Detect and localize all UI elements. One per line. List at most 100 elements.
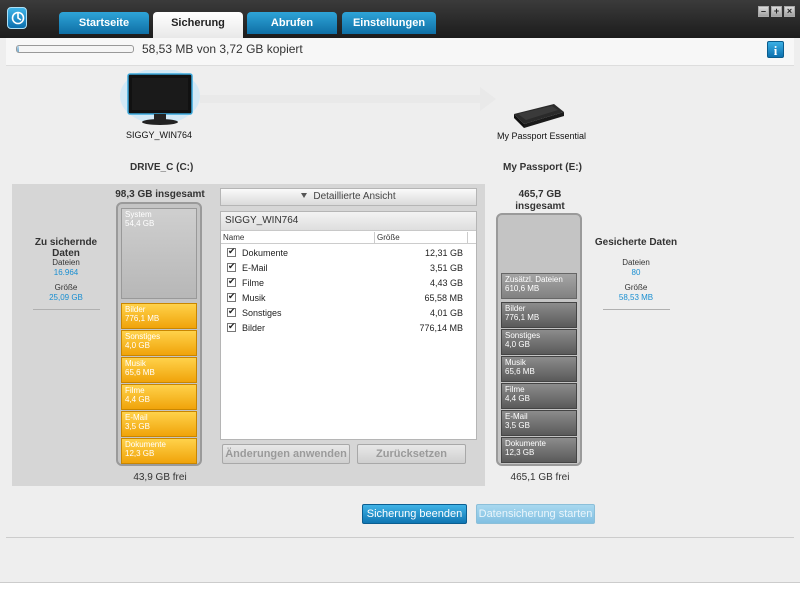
target-files-label: Dateien xyxy=(622,258,650,267)
list-item: Musik 65,58 MB xyxy=(221,291,471,306)
minimize-button[interactable]: – xyxy=(758,6,769,17)
target-drive-bin: Zusätzl. Dateien 610,6 MB Bilder 776,1 M… xyxy=(496,213,582,466)
tab-startseite[interactable]: Startseite xyxy=(59,12,149,34)
segment-name: Filme xyxy=(505,385,525,394)
target-stats-heading: Gesicherte Daten xyxy=(594,237,678,248)
target-free: 465,1 GB frei xyxy=(510,472,570,483)
copy-progress-fill xyxy=(17,46,20,52)
segment-name: E-Mail xyxy=(505,412,528,421)
segment-size: 4,4 GB xyxy=(505,394,530,403)
row-name: Bilder xyxy=(242,323,266,333)
tab-einstellungen[interactable]: Einstellungen xyxy=(342,12,436,34)
category-checkbox[interactable] xyxy=(227,261,236,272)
start-backup-button[interactable]: Datensicherung starten xyxy=(476,504,595,524)
target-size-label: Größe xyxy=(624,283,648,292)
column-name[interactable]: Name xyxy=(223,233,244,242)
column-size[interactable]: Größe xyxy=(374,232,400,243)
app-logo-icon xyxy=(7,7,27,29)
copy-status-text: 58,53 MB von 3,72 GB kopiert xyxy=(142,42,303,56)
source-segment-filme[interactable]: Filme 4,4 GB xyxy=(121,384,197,410)
source-stats-divider xyxy=(33,309,100,310)
progress-strip: 58,53 MB von 3,72 GB kopiert i xyxy=(6,38,794,66)
apply-changes-button[interactable]: Änderungen anwenden xyxy=(222,444,350,464)
source-segment-dokumente[interactable]: Dokumente 12,3 GB xyxy=(121,438,197,464)
bottom-strip xyxy=(6,537,794,545)
source-stats-heading: Zu sichernde Daten xyxy=(34,237,98,259)
segment-size: 12,3 GB xyxy=(505,448,535,457)
category-checkbox[interactable] xyxy=(227,321,236,332)
source-drive-bin: System 54,4 GB Bilder 776,1 MB Sonstiges… xyxy=(116,202,202,466)
source-files-label: Dateien xyxy=(52,258,80,267)
category-checkbox[interactable] xyxy=(227,276,236,287)
list-item: Sonstiges 4,01 GB xyxy=(221,306,471,321)
detail-panel: SIGGY_WIN764 Name Größe Dokumente 12,31 … xyxy=(220,211,477,440)
row-size: 776,14 MB xyxy=(419,323,463,333)
target-segment-sonstiges[interactable]: Sonstiges 4,0 GB xyxy=(501,329,577,355)
copy-progress-bar xyxy=(16,45,134,53)
segment-size: 4,4 GB xyxy=(125,395,150,404)
segment-size: 776,1 MB xyxy=(505,313,540,322)
list-item: Bilder 776,14 MB xyxy=(221,321,471,336)
source-free: 43,9 GB frei xyxy=(133,472,187,483)
maximize-button[interactable]: + xyxy=(771,6,782,17)
row-name: Sonstiges xyxy=(242,308,282,318)
source-segment-sonstiges[interactable]: Sonstiges 4,0 GB xyxy=(121,330,197,356)
tab-abrufen[interactable]: Abrufen xyxy=(247,12,337,34)
stop-backup-button[interactable]: Sicherung beenden xyxy=(362,504,467,524)
segment-size: 65,6 MB xyxy=(125,368,155,377)
segment-size: 3,5 GB xyxy=(125,422,150,431)
close-button[interactable]: × xyxy=(784,6,795,17)
row-size: 4,01 GB xyxy=(429,308,463,318)
target-segment-dokumente[interactable]: Dokumente 12,3 GB xyxy=(501,437,577,463)
segment-name: System xyxy=(125,210,152,219)
category-checkbox[interactable] xyxy=(227,246,236,257)
segment-size: 54,4 GB xyxy=(125,219,155,228)
target-segment-bilder[interactable]: Bilder 776,1 MB xyxy=(501,302,577,328)
source-segment-bilder[interactable]: Bilder 776,1 MB xyxy=(121,303,197,329)
source-drive-title: DRIVE_C (C:) xyxy=(130,162,194,173)
source-size-label: Größe xyxy=(54,283,78,292)
row-size: 4,43 GB xyxy=(429,278,463,288)
target-size-value: 58,53 MB xyxy=(618,293,654,302)
source-segment-musik[interactable]: Musik 65,6 MB xyxy=(121,357,197,383)
reset-button[interactable]: Zurücksetzen xyxy=(357,444,466,464)
segment-name: Musik xyxy=(125,359,146,368)
segment-name: E-Mail xyxy=(125,413,148,422)
target-segment-filme[interactable]: Filme 4,4 GB xyxy=(501,383,577,409)
segment-name: Sonstiges xyxy=(505,331,541,340)
row-size: 12,31 GB xyxy=(424,248,463,258)
target-files-value: 80 xyxy=(631,268,641,277)
detail-column-header: Name Größe xyxy=(221,232,476,244)
segment-name: Dokumente xyxy=(125,440,166,449)
source-files-value: 16.964 xyxy=(53,268,79,277)
target-total: 465,7 GB insgesamt xyxy=(515,189,565,212)
passport-drive-icon xyxy=(508,100,568,130)
tab-sicherung[interactable]: Sicherung xyxy=(153,12,243,38)
detail-view-toggle[interactable]: Detaillierte Ansicht xyxy=(220,188,477,206)
source-segment-email[interactable]: E-Mail 3,5 GB xyxy=(121,411,197,437)
segment-name: Zusätzl. Dateien xyxy=(505,275,563,284)
segment-size: 4,0 GB xyxy=(125,341,150,350)
row-name: Musik xyxy=(242,293,266,303)
segment-size: 610,6 MB xyxy=(505,284,540,293)
list-item: Filme 4,43 GB xyxy=(221,276,471,291)
segment-name: Sonstiges xyxy=(125,332,161,341)
segment-size: 776,1 MB xyxy=(125,314,160,323)
source-size-value: 25,09 GB xyxy=(49,293,83,302)
target-segment-musik[interactable]: Musik 65,6 MB xyxy=(501,356,577,382)
transfer-arrow-icon xyxy=(200,86,500,112)
source-total: 98,3 GB insgesamt xyxy=(115,189,205,200)
category-checkbox[interactable] xyxy=(227,306,236,317)
target-segment-extra[interactable]: Zusätzl. Dateien 610,6 MB xyxy=(501,273,577,299)
category-checkbox[interactable] xyxy=(227,291,236,302)
column-separator xyxy=(467,232,468,243)
segment-name: Bilder xyxy=(125,305,146,314)
row-size: 3,51 GB xyxy=(429,263,463,273)
row-name: E-Mail xyxy=(242,263,268,273)
segment-name: Musik xyxy=(505,358,526,367)
computer-icon xyxy=(118,68,202,128)
info-button[interactable]: i xyxy=(767,41,784,58)
list-item: Dokumente 12,31 GB xyxy=(221,246,471,261)
target-segment-email[interactable]: E-Mail 3,5 GB xyxy=(501,410,577,436)
target-stats-divider xyxy=(603,309,670,310)
